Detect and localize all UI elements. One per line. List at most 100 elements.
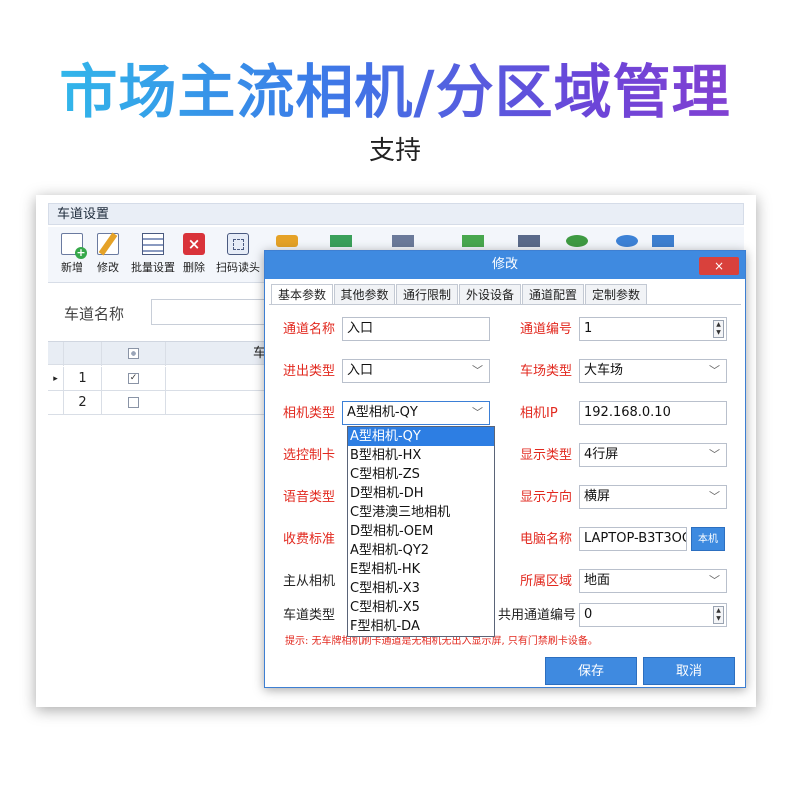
row-number: 1: [64, 367, 102, 391]
dropdown-option[interactable]: C型港澳三地相机: [348, 503, 494, 522]
dropdown-option[interactable]: D型相机-OEM: [348, 522, 494, 541]
delete-icon: ×: [183, 233, 205, 255]
batch-settings-label: 批量设置: [131, 261, 175, 274]
camera-type-dropdown: A型相机-QY B型相机-HX C型相机-ZS D型相机-DH C型港澳三地相机…: [347, 426, 495, 637]
pc-name-input[interactable]: LAPTOP-B3T3OC: [579, 527, 687, 551]
edit-button-label: 修改: [97, 261, 119, 274]
channel-name-input[interactable]: 入口: [342, 317, 490, 341]
control-card-label: 选控制卡: [283, 448, 336, 463]
current-row-indicator: [48, 391, 64, 415]
close-icon: ×: [713, 259, 725, 273]
hidden-tool-icon: [462, 235, 484, 247]
shared-channel-no-value: 0: [584, 607, 593, 622]
lane-name-label: 车道名称: [64, 305, 125, 323]
io-type-value: 入口: [347, 363, 374, 378]
display-direction-label: 显示方向: [520, 490, 573, 505]
pc-name-label: 电脑名称: [520, 532, 573, 547]
dropdown-option[interactable]: B型相机-HX: [348, 446, 494, 465]
master-slave-label: 主从相机: [283, 574, 336, 589]
shared-channel-no-stepper[interactable]: 0 ▲ ▼: [579, 603, 727, 627]
dropdown-option[interactable]: C型相机-X3: [348, 579, 494, 598]
edit-button[interactable]: 修改: [86, 231, 130, 275]
subline: 支持: [368, 136, 421, 166]
hidden-tool-icon: [652, 235, 674, 247]
delete-button-label: 删除: [183, 261, 205, 274]
delete-button[interactable]: × 删除: [172, 231, 216, 275]
window-title: 车道设置: [48, 203, 744, 225]
checkbox-icon: ✓: [128, 373, 139, 384]
scan-reader-label: 扫码读头: [216, 261, 260, 274]
select-all-checkbox[interactable]: [102, 342, 166, 366]
display-direction-select[interactable]: 横屏 ﹀: [579, 485, 727, 509]
edit-icon: [97, 233, 119, 255]
channel-no-label: 通道编号: [520, 322, 573, 337]
chevron-down-icon: ﹀: [472, 406, 483, 419]
voice-type-label: 语音类型: [283, 490, 336, 505]
tab-access-limits[interactable]: 通行限制: [396, 284, 458, 304]
lane-type-label: 车道类型: [283, 608, 336, 623]
chevron-down-icon: ﹀: [709, 364, 720, 377]
dropdown-option[interactable]: A型相机-QY2: [348, 541, 494, 560]
dropdown-option[interactable]: C型相机-ZS: [348, 465, 494, 484]
display-type-value: 4行屏: [584, 447, 619, 462]
edit-dialog: 修改 × 基本参数 其他参数 通行限制 外设设备 通道配置 定制参数 通道名称 …: [264, 250, 746, 688]
batch-list-icon: [142, 233, 164, 255]
lot-type-select[interactable]: 大车场 ﹀: [579, 359, 727, 383]
table-row[interactable]: ▸ 1 ✓ 入口: [48, 367, 298, 391]
channel-no-stepper[interactable]: 1 ▲ ▼: [579, 317, 727, 341]
scan-icon: [227, 233, 249, 255]
fee-standard-label: 收费标准: [283, 532, 336, 547]
display-direction-value: 横屏: [584, 489, 611, 504]
io-type-label: 进出类型: [283, 364, 336, 379]
tab-other-params[interactable]: 其他参数: [334, 284, 395, 304]
channel-name-label: 通道名称: [283, 322, 336, 337]
row-checkbox[interactable]: [102, 391, 166, 415]
tab-peripherals[interactable]: 外设设备: [459, 284, 521, 304]
camera-type-select[interactable]: A型相机-QY ﹀: [342, 401, 490, 425]
batch-settings-button[interactable]: 批量设置: [128, 231, 178, 275]
grid-header: 车道名: [48, 341, 298, 366]
scan-reader-button[interactable]: 扫码读头: [212, 231, 264, 275]
zone-select[interactable]: 地面 ﹀: [579, 569, 727, 593]
row-checkbox[interactable]: ✓: [102, 367, 166, 391]
dropdown-option[interactable]: F型相机-DA: [348, 617, 494, 636]
current-row-indicator: ▸: [48, 367, 64, 391]
close-button[interactable]: ×: [699, 257, 739, 275]
display-type-select[interactable]: 4行屏 ﹀: [579, 443, 727, 467]
add-button-label: 新增: [61, 261, 83, 274]
display-type-label: 显示类型: [520, 448, 573, 463]
dropdown-option[interactable]: C型相机-X5: [348, 598, 494, 617]
dropdown-option[interactable]: E型相机-HK: [348, 560, 494, 579]
dropdown-option[interactable]: D型相机-DH: [348, 484, 494, 503]
spinner-icon[interactable]: ▲ ▼: [713, 320, 724, 338]
save-button[interactable]: 保存: [545, 657, 637, 685]
io-type-select[interactable]: 入口 ﹀: [342, 359, 490, 383]
tab-basic-params[interactable]: 基本参数: [271, 284, 333, 305]
cancel-button[interactable]: 取消: [643, 657, 735, 685]
tab-custom-params[interactable]: 定制参数: [585, 284, 647, 304]
checkbox-icon: [128, 397, 139, 408]
checkbox-icon: [128, 348, 139, 359]
hidden-tool-icon: [392, 235, 414, 247]
lot-type-value: 大车场: [584, 363, 624, 378]
camera-type-label: 相机类型: [283, 406, 336, 421]
chevron-down-icon: ﹀: [709, 448, 720, 461]
hidden-tool-icon: [566, 235, 588, 247]
channel-no-value: 1: [584, 321, 593, 336]
camera-ip-input[interactable]: 192.168.0.10: [579, 401, 727, 425]
headline: 市场主流相机/分区域管理: [0, 55, 790, 129]
lot-type-label: 车场类型: [520, 364, 573, 379]
basic-params-panel: 通道名称 入口 通道编号 1 ▲ ▼ 进出类型 入口 ﹀ 车场类型 大车场 ﹀ 相…: [269, 304, 741, 650]
dropdown-option[interactable]: A型相机-QY: [348, 427, 494, 446]
hidden-tool-icon: [616, 235, 638, 247]
local-machine-button[interactable]: 本机: [691, 527, 725, 551]
zone-value: 地面: [584, 573, 611, 588]
hidden-tool-icon: [276, 235, 298, 247]
spinner-icon[interactable]: ▲ ▼: [713, 606, 724, 624]
table-row[interactable]: 2 出口: [48, 391, 298, 415]
tab-channel-config[interactable]: 通道配置: [522, 284, 584, 304]
chevron-down-icon: ﹀: [472, 364, 483, 377]
zone-label: 所属区域: [520, 574, 573, 589]
dialog-title: 修改: [265, 251, 745, 279]
chevron-down-icon: ﹀: [709, 490, 720, 503]
